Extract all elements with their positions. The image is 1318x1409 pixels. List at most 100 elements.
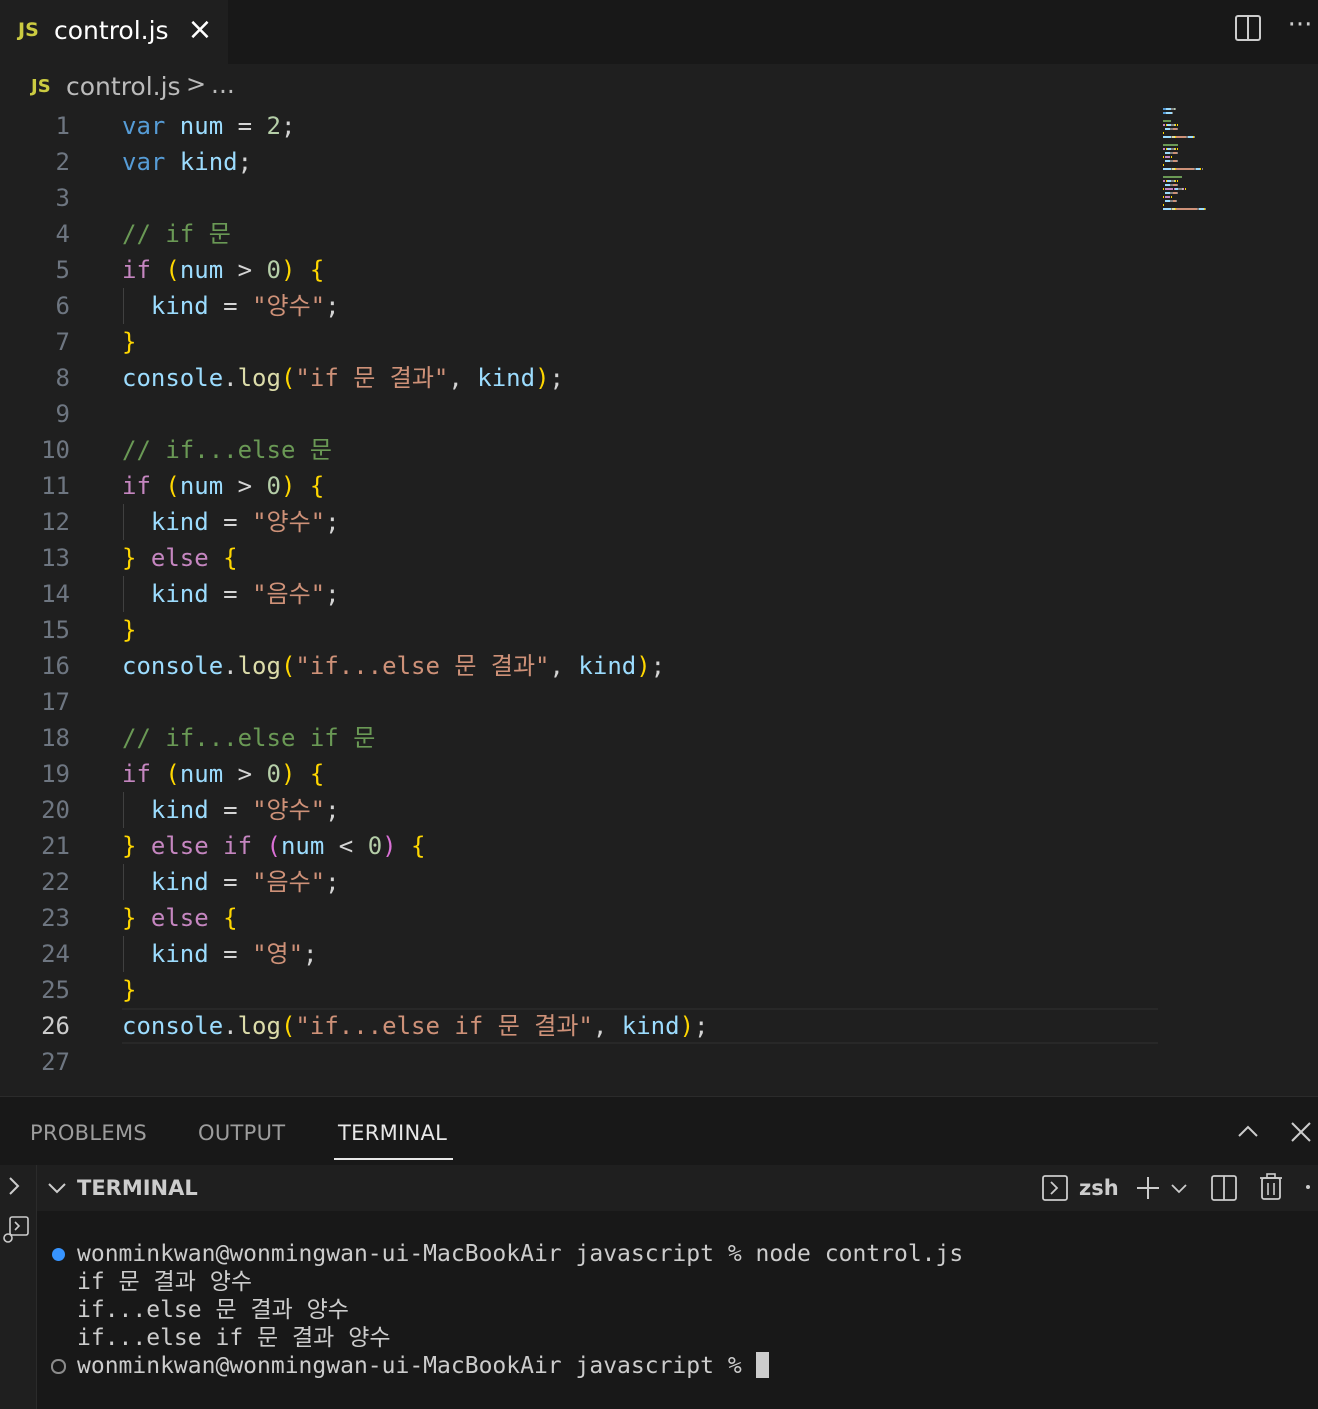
terminal-prompt-line: wonminkwan@wonmingwan-ui-MacBookAir java… bbox=[77, 1352, 769, 1380]
minimap-token bbox=[1170, 196, 1172, 198]
minimap-token bbox=[1163, 204, 1165, 206]
terminal-shell-icon[interactable] bbox=[1041, 1174, 1069, 1206]
code-text: kind = "양수"; bbox=[150, 508, 340, 536]
chevron-down-icon[interactable] bbox=[45, 1177, 69, 1203]
tab-terminal[interactable]: TERMINAL bbox=[338, 1121, 447, 1145]
code-line[interactable]: 16 console.log("if...else 문 결과", kind); bbox=[0, 648, 1160, 684]
code-text: kind = "음수"; bbox=[150, 580, 340, 608]
code-text: if (num > 0) { bbox=[122, 256, 325, 284]
shell-name[interactable]: zsh bbox=[1079, 1176, 1119, 1200]
code-line[interactable]: 17 bbox=[0, 684, 1160, 720]
minimap-token bbox=[1165, 196, 1170, 198]
minimap-token bbox=[1177, 180, 1179, 182]
code-text: if (num > 0) { bbox=[122, 472, 325, 500]
close-panel-icon[interactable] bbox=[1288, 1119, 1314, 1145]
code-text: } else { bbox=[122, 904, 238, 932]
terminal-session-icon[interactable] bbox=[2, 1215, 30, 1249]
line-number: 19 bbox=[41, 760, 70, 788]
code-line[interactable]: 12 kind = "양수"; bbox=[0, 504, 1160, 540]
minimap-token bbox=[1177, 192, 1179, 194]
code-line[interactable]: 25} bbox=[0, 972, 1160, 1008]
code-line[interactable]: 26 console.log("if...else if 문 결과", kind)… bbox=[0, 1008, 1160, 1044]
code-line[interactable]: 24 kind = "영"; bbox=[0, 936, 1160, 972]
tab-control-js[interactable]: JS control.js × bbox=[0, 0, 228, 64]
code-text: console.log("if...else if 문 결과", kind); bbox=[122, 1012, 709, 1040]
code-line[interactable]: 22 kind = "음수"; bbox=[0, 864, 1160, 900]
minimap[interactable] bbox=[1163, 108, 1258, 218]
code-line[interactable]: 19 if (num > 0) { bbox=[0, 756, 1160, 792]
code-line[interactable]: 23} else { bbox=[0, 900, 1160, 936]
breadcrumb-file[interactable]: control.js bbox=[66, 72, 181, 101]
javascript-file-icon: JS bbox=[31, 76, 51, 97]
code-line[interactable]: 21} else if (num < 0) { bbox=[0, 828, 1160, 864]
minimap-token bbox=[1177, 128, 1179, 130]
minimap-token bbox=[1171, 112, 1173, 114]
bottom-panel: PROBLEMS OUTPUT TERMINAL TERMINAL zsh wo… bbox=[0, 1096, 1318, 1409]
code-line[interactable]: 10 // if...else 문 bbox=[0, 432, 1160, 468]
code-line[interactable]: 4 // if 문 bbox=[0, 216, 1160, 252]
minimap-token bbox=[1163, 208, 1171, 210]
line-number: 27 bbox=[41, 1048, 70, 1076]
tab-problems[interactable]: PROBLEMS bbox=[30, 1121, 147, 1145]
code-line[interactable]: 2 var kind; bbox=[0, 144, 1160, 180]
line-number: 9 bbox=[55, 400, 70, 428]
code-line[interactable]: 1 var num = 2; bbox=[0, 108, 1160, 144]
minimap-token bbox=[1163, 136, 1171, 138]
code-line[interactable]: 3 bbox=[0, 180, 1160, 216]
new-terminal-plus-icon[interactable] bbox=[1134, 1174, 1162, 1206]
minimap-token bbox=[1163, 156, 1165, 158]
active-tab-indicator bbox=[334, 1158, 453, 1160]
code-text: kind = "양수"; bbox=[150, 796, 340, 824]
terminal-line: wonminkwan@wonmingwan-ui-MacBookAir java… bbox=[77, 1241, 964, 1267]
code-text: kind = "음수"; bbox=[150, 868, 340, 896]
breadcrumb-symbol[interactable]: ... bbox=[211, 70, 235, 99]
code-line[interactable]: 7} bbox=[0, 324, 1160, 360]
minimap-token bbox=[1204, 208, 1206, 210]
more-actions-icon[interactable]: ··· bbox=[1284, 12, 1316, 44]
code-line[interactable]: 6 kind = "양수"; bbox=[0, 288, 1160, 324]
line-number: 4 bbox=[55, 220, 70, 248]
line-number: 17 bbox=[41, 688, 70, 716]
code-editor[interactable]: 1 var num = 2; 2 var kind; 3 4 // if 문 5 if (num… bbox=[0, 108, 1318, 1096]
minimap-token bbox=[1177, 124, 1179, 126]
tab-output[interactable]: OUTPUT bbox=[198, 1121, 285, 1145]
code-line[interactable]: 20 kind = "양수"; bbox=[0, 792, 1160, 828]
maximize-panel-icon[interactable] bbox=[1235, 1119, 1261, 1145]
line-number: 26 bbox=[41, 1012, 70, 1040]
minimap-token bbox=[1176, 168, 1194, 170]
code-line[interactable]: 13 } else { bbox=[0, 540, 1160, 576]
code-line[interactable]: 27 bbox=[0, 1044, 1160, 1080]
code-text: var num = 2; bbox=[122, 112, 296, 140]
minimap-token bbox=[1163, 196, 1165, 198]
terminal-output[interactable]: wonminkwan@wonmingwan-ui-MacBookAir java… bbox=[37, 1211, 1318, 1409]
line-number: 25 bbox=[41, 976, 70, 1004]
split-editor-icon[interactable] bbox=[1233, 13, 1265, 45]
minimap-token bbox=[1175, 148, 1177, 150]
code-line[interactable]: 11 if (num > 0) { bbox=[0, 468, 1160, 504]
javascript-file-icon: JS bbox=[18, 19, 39, 41]
code-line[interactable]: 15} bbox=[0, 612, 1160, 648]
minimap-token bbox=[1163, 132, 1165, 134]
trash-icon[interactable] bbox=[1257, 1172, 1285, 1206]
minimap-token bbox=[1201, 168, 1203, 170]
line-number: 2 bbox=[55, 148, 70, 176]
code-line[interactable]: 18 // if...else if 문 bbox=[0, 720, 1160, 756]
line-number: 13 bbox=[41, 544, 70, 572]
code-line[interactable]: 14 kind = "음수"; bbox=[0, 576, 1160, 612]
code-text: if (num > 0) { bbox=[122, 760, 325, 788]
minimap-token bbox=[1163, 168, 1171, 170]
code-text: } else { bbox=[122, 544, 238, 572]
terminal-prompt: wonminkwan@wonmingwan-ui-MacBookAir java… bbox=[77, 1353, 756, 1379]
terminal-more-icon[interactable] bbox=[1306, 1185, 1310, 1189]
code-line[interactable]: 9 bbox=[0, 396, 1160, 432]
code-line[interactable]: 8 console.log("if 문 결과", kind); bbox=[0, 360, 1160, 396]
split-terminal-icon[interactable] bbox=[1210, 1174, 1238, 1206]
terminal-dropdown-chevron-icon[interactable] bbox=[1169, 1178, 1189, 1202]
line-number: 18 bbox=[41, 724, 70, 752]
close-tab-icon[interactable]: × bbox=[186, 13, 214, 47]
minimap-token bbox=[1175, 124, 1177, 126]
minimap-token bbox=[1176, 136, 1187, 138]
code-line[interactable]: 5 if (num > 0) { bbox=[0, 252, 1160, 288]
code-text: } bbox=[122, 616, 137, 644]
chevron-right-icon[interactable] bbox=[4, 1175, 24, 1201]
